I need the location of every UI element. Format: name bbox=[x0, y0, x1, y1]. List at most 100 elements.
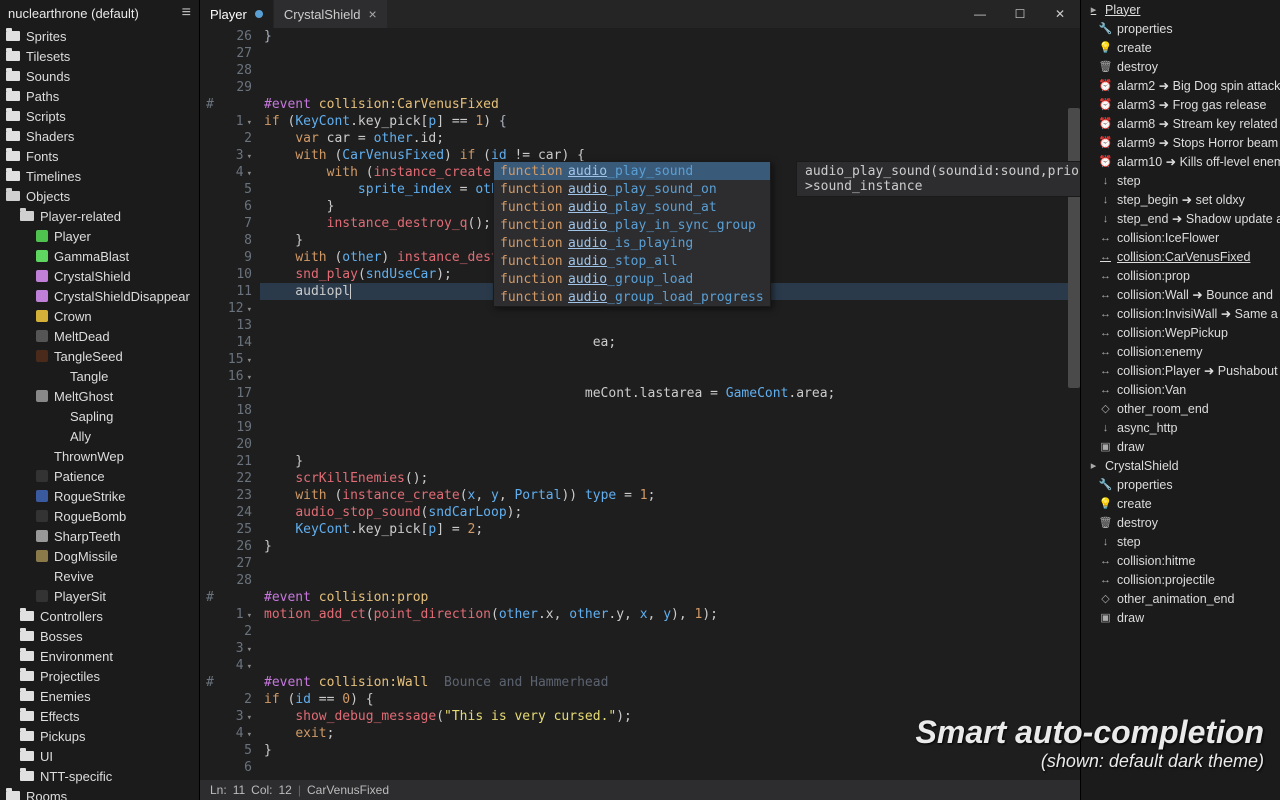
outline-item[interactable]: ⏰alarm3 ➜ Frog gas release bbox=[1081, 95, 1280, 114]
outline-item[interactable]: ↔collision:hitme bbox=[1081, 551, 1280, 570]
minimize-button[interactable]: — bbox=[960, 0, 1000, 28]
autocomplete-popup[interactable]: functionaudio_play_soundfunctionaudio_pl… bbox=[493, 161, 771, 307]
tree-item[interactable]: Shaders bbox=[0, 126, 199, 146]
tree-item[interactable]: Sapling bbox=[0, 406, 199, 426]
tree-item[interactable]: Player bbox=[0, 226, 199, 246]
outline-item[interactable]: ⏰alarm2 ➜ Big Dog spin attack bbox=[1081, 76, 1280, 95]
outline-item[interactable]: ↔collision:CarVenusFixed bbox=[1081, 247, 1280, 266]
tree-item[interactable]: Timelines bbox=[0, 166, 199, 186]
autocomplete-item[interactable]: functionaudio_play_sound bbox=[494, 162, 770, 180]
tree-item[interactable]: CrystalShieldDisappear bbox=[0, 286, 199, 306]
tree-item[interactable]: GammaBlast bbox=[0, 246, 199, 266]
outline-item[interactable]: ↔collision:InvisiWall ➜ Same a bbox=[1081, 304, 1280, 323]
object-icon bbox=[36, 310, 48, 322]
outline-item[interactable]: ⏰alarm10 ➜ Kills off-level enem bbox=[1081, 152, 1280, 171]
tree-item[interactable]: Projectiles bbox=[0, 666, 199, 686]
maximize-button[interactable]: ☐ bbox=[1000, 0, 1040, 28]
tree-item[interactable]: Revive bbox=[0, 566, 199, 586]
tree-item[interactable]: Bosses bbox=[0, 626, 199, 646]
tree-item[interactable]: Environment bbox=[0, 646, 199, 666]
outline-item[interactable]: ▸Player bbox=[1081, 0, 1280, 19]
outline-item[interactable]: 🔧properties bbox=[1081, 475, 1280, 494]
autocomplete-item[interactable]: functionaudio_play_in_sync_group bbox=[494, 216, 770, 234]
outline-item[interactable]: ↔collision:WepPickup bbox=[1081, 323, 1280, 342]
autocomplete-item[interactable]: functionaudio_group_load bbox=[494, 270, 770, 288]
tree-item[interactable]: TangleSeed bbox=[0, 346, 199, 366]
code-editor[interactable]: } #event collision:CarVenusFixedif (KeyC… bbox=[260, 28, 1080, 780]
tree-item[interactable]: Pickups bbox=[0, 726, 199, 746]
tree-item[interactable]: RogueBomb bbox=[0, 506, 199, 526]
tree-item[interactable]: NTT-specific bbox=[0, 766, 199, 786]
autocomplete-item[interactable]: functionaudio_play_sound_at bbox=[494, 198, 770, 216]
outline-item[interactable]: ◇other_room_end bbox=[1081, 399, 1280, 418]
tree-item[interactable]: Sprites bbox=[0, 26, 199, 46]
outline-item[interactable]: ↔collision:Player ➜ Pushabout bbox=[1081, 361, 1280, 380]
outline-item[interactable]: 🔧properties bbox=[1081, 19, 1280, 38]
tab[interactable]: CrystalShield× bbox=[274, 0, 387, 28]
tree-item[interactable]: CrystalShield bbox=[0, 266, 199, 286]
outline-item[interactable]: ↓step_end ➜ Shadow update a bbox=[1081, 209, 1280, 228]
outline-item[interactable]: ↓step bbox=[1081, 171, 1280, 190]
tree-item[interactable]: DogMissile bbox=[0, 546, 199, 566]
outline-item[interactable]: 💡create bbox=[1081, 38, 1280, 57]
outline-item[interactable]: ↔collision:enemy bbox=[1081, 342, 1280, 361]
object-icon bbox=[52, 430, 64, 442]
autocomplete-item[interactable]: functionaudio_group_load_progress bbox=[494, 288, 770, 306]
editor-area[interactable]: 2627282912345678910111213141516171819202… bbox=[200, 28, 1080, 780]
tree-item[interactable]: Patience bbox=[0, 466, 199, 486]
outline-item[interactable]: ▣draw bbox=[1081, 608, 1280, 627]
close-button[interactable]: ✕ bbox=[1040, 0, 1080, 28]
tab[interactable]: Player bbox=[200, 0, 273, 28]
tree-item[interactable]: ThrownWep bbox=[0, 446, 199, 466]
resource-tree[interactable]: SpritesTilesetsSoundsPathsScriptsShaders… bbox=[0, 26, 199, 800]
tree-item[interactable]: Sounds bbox=[0, 66, 199, 86]
tree-item[interactable]: Rooms bbox=[0, 786, 199, 800]
tree-item[interactable]: PlayerSit bbox=[0, 586, 199, 606]
autocomplete-item[interactable]: functionaudio_stop_all bbox=[494, 252, 770, 270]
outline-item[interactable]: 🗑destroy bbox=[1081, 513, 1280, 532]
tree-item[interactable]: SharpTeeth bbox=[0, 526, 199, 546]
outline-item[interactable]: ▣draw bbox=[1081, 437, 1280, 456]
tree-item[interactable]: Fonts bbox=[0, 146, 199, 166]
tree-item[interactable]: Scripts bbox=[0, 106, 199, 126]
folder-icon bbox=[6, 31, 20, 41]
tree-item[interactable]: MeltDead bbox=[0, 326, 199, 346]
tree-item[interactable]: Enemies bbox=[0, 686, 199, 706]
outline-icon: ↓ bbox=[1099, 174, 1112, 187]
outline-item[interactable]: ↔collision:projectile bbox=[1081, 570, 1280, 589]
tree-item[interactable]: Tilesets bbox=[0, 46, 199, 66]
tree-item[interactable]: MeltGhost bbox=[0, 386, 199, 406]
autocomplete-item[interactable]: functionaudio_is_playing bbox=[494, 234, 770, 252]
tree-item[interactable]: Paths bbox=[0, 86, 199, 106]
scrollbar-track[interactable] bbox=[1068, 28, 1080, 780]
outline-item[interactable]: ↓async_http bbox=[1081, 418, 1280, 437]
outline-item[interactable]: ⏰alarm8 ➜ Stream key related bbox=[1081, 114, 1280, 133]
tree-item[interactable]: Crown bbox=[0, 306, 199, 326]
outline-item[interactable]: ▸CrystalShield bbox=[1081, 456, 1280, 475]
tree-item[interactable]: RogueStrike bbox=[0, 486, 199, 506]
outline-item[interactable]: 🗑destroy bbox=[1081, 57, 1280, 76]
hamburger-icon[interactable]: ≡ bbox=[182, 4, 191, 22]
outline-item[interactable]: ↔collision:Van bbox=[1081, 380, 1280, 399]
tree-item[interactable]: Objects bbox=[0, 186, 199, 206]
tree-item[interactable]: Effects bbox=[0, 706, 199, 726]
tree-item[interactable]: Tangle bbox=[0, 366, 199, 386]
outline-item[interactable]: ⏰alarm9 ➜ Stops Horror beam bbox=[1081, 133, 1280, 152]
outline-item[interactable]: ↔collision:Wall ➜ Bounce and bbox=[1081, 285, 1280, 304]
tree-item[interactable]: UI bbox=[0, 746, 199, 766]
tree-item[interactable]: Player-related bbox=[0, 206, 199, 226]
outline-item[interactable]: ↔collision:IceFlower bbox=[1081, 228, 1280, 247]
tree-item[interactable]: Controllers bbox=[0, 606, 199, 626]
outline-item[interactable]: ◇other_animation_end bbox=[1081, 589, 1280, 608]
autocomplete-item[interactable]: functionaudio_play_sound_on bbox=[494, 180, 770, 198]
outline-icon: ▸ bbox=[1087, 459, 1100, 472]
outline-item[interactable]: ↓step bbox=[1081, 532, 1280, 551]
outline-item[interactable]: ↔collision:prop bbox=[1081, 266, 1280, 285]
line-gutter[interactable]: 2627282912345678910111213141516171819202… bbox=[200, 28, 260, 780]
scrollbar-thumb[interactable] bbox=[1068, 108, 1080, 388]
tree-item[interactable]: Ally bbox=[0, 426, 199, 446]
tab-close-icon[interactable]: × bbox=[368, 6, 376, 22]
outline-item[interactable]: ↓step_begin ➜ set oldxy bbox=[1081, 190, 1280, 209]
outline-item[interactable]: 💡create bbox=[1081, 494, 1280, 513]
outline-panel[interactable]: ▸Player🔧properties💡create🗑destroy⏰alarm2… bbox=[1080, 0, 1280, 800]
